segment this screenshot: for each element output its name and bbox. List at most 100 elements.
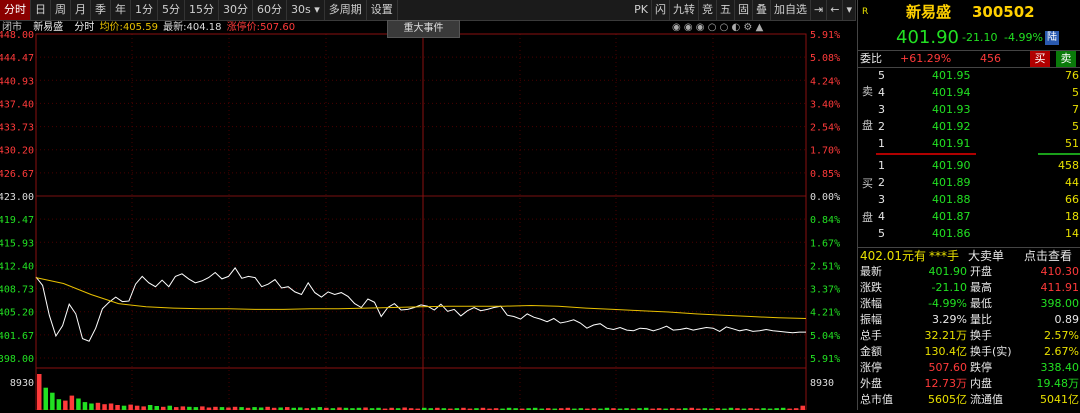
big-order-link[interactable]: 点击查看 [1024, 248, 1072, 264]
toolbar-tool[interactable]: ← [827, 0, 844, 20]
period-tab[interactable]: 分时 [0, 0, 31, 20]
order-price: 401.88 [932, 193, 971, 206]
stat-value: -4.99% [928, 297, 967, 310]
chart-header: 闭市 新易盛 分时 均价:405.59 最新:404.18 涨停价:507.60 [0, 21, 295, 35]
price-line [35, 267, 806, 342]
stat-label: 最低 [970, 297, 992, 310]
limit-up-value: 507.60 [260, 22, 296, 33]
toolbar-tool[interactable]: ▾ [843, 0, 856, 20]
toolbar-tool[interactable]: 九转 [670, 0, 700, 20]
order-level: 4 [878, 86, 885, 99]
order-book-row[interactable]: 5 401.95 76 [858, 68, 1080, 84]
stat-value: 3.29% [932, 313, 967, 326]
price-tick: 408.73 [0, 285, 34, 296]
stat-value: 2.67% [1044, 345, 1079, 358]
sell-button[interactable]: 卖 [1056, 51, 1076, 67]
chart-tool-icons[interactable]: ◉ ◉ ◉ ○ ○ ◐ ⚙ ▲ [672, 20, 763, 36]
stats-row: 金额 130.4亿 换手(实) 2.67% [858, 344, 1080, 360]
pct-tick: 1.70% [810, 146, 840, 157]
volume-bar [43, 387, 48, 410]
order-level: 5 [878, 227, 885, 240]
toolbar-tool[interactable]: 竞 [699, 0, 718, 20]
period-tab[interactable]: 月 [71, 0, 91, 20]
order-level: 3 [878, 103, 885, 116]
order-book-row[interactable]: 5 401.86 14 [858, 226, 1080, 242]
volume-bar [200, 406, 205, 410]
market-tag: R [862, 7, 869, 17]
toolbar-tool[interactable]: 叠 [753, 0, 772, 20]
pct-tick: 5.04% [810, 331, 840, 342]
period-tab[interactable]: 15分 [185, 0, 219, 20]
period-tab[interactable]: 多周期 [325, 0, 367, 20]
period-tab[interactable]: 30s ▾ [287, 0, 325, 20]
volume-bar [115, 405, 120, 410]
toolbar-tool[interactable]: PK [631, 0, 653, 20]
pct-tick: 1.67% [810, 238, 840, 249]
volume-bar [180, 406, 186, 410]
toolbar-tool[interactable]: 五 [717, 0, 736, 20]
order-book-row[interactable]: 3 401.93 7 [858, 102, 1080, 118]
order-price: 401.94 [932, 86, 971, 99]
pct-tick: 2.51% [810, 261, 840, 272]
order-level: 1 [878, 137, 885, 150]
stat-label: 换手(实) [970, 345, 1012, 358]
quote-panel: R 新易盛 300502 401.90 -21.10 -4.99% 陆 委比 +… [857, 0, 1080, 410]
buy-button[interactable]: 买 [1030, 51, 1050, 67]
order-book-row[interactable]: 2 401.89 44 [858, 175, 1080, 191]
price-change-pct: -4.99% [1004, 31, 1043, 44]
major-events-button[interactable]: 重大事件 [387, 20, 460, 38]
stats-row: 总市值 5605亿 流通值 5041亿 [858, 392, 1080, 408]
stats-row: 外盘 12.73万 内盘 19.48万 [858, 376, 1080, 392]
order-volume: 7 [1072, 103, 1079, 116]
price-tick: 444.47 [0, 53, 34, 64]
period-tab[interactable]: 周 [51, 0, 71, 20]
connect-badge: 陆 [1045, 31, 1059, 45]
stat-value: 5605亿 [928, 393, 967, 406]
order-book-row[interactable]: 1 401.91 51 [858, 136, 1080, 152]
order-volume: 5 [1072, 120, 1079, 133]
period-tab[interactable]: 季 [91, 0, 111, 20]
weibi-value: +61.29% [900, 52, 952, 65]
stat-value: 0.89 [1054, 313, 1080, 326]
toolbar-tool[interactable]: 加自选 [771, 0, 812, 20]
order-book-row[interactable]: 4 401.94 5 [858, 85, 1080, 101]
order-price: 401.91 [932, 137, 971, 150]
intraday-chart[interactable]: 448.00 5.91% 444.47 5.08% 440.93 4.24% 437.40 3… [0, 20, 856, 411]
quote-title: R 新易盛 300502 [858, 2, 1080, 22]
period-tab[interactable]: 设置 [367, 0, 398, 20]
price-tick: 433.73 [0, 123, 34, 134]
order-book-row[interactable]: 3 401.88 66 [858, 192, 1080, 208]
period-toolbar: 分时日周月季年 1分 5分 15分 30分 60分 30s ▾ 多周期 设置 PK 闪九转竞五固叠… [0, 0, 856, 21]
period-tabs: 分时日周月季年 1分 5分 15分 30分 60分 30s ▾ 多周期 设置 [0, 0, 398, 20]
order-level: 1 [878, 159, 885, 172]
toolbar-tool[interactable]: 闪 [652, 0, 671, 20]
stat-label: 量比 [970, 313, 992, 326]
stat-label: 最高 [970, 281, 992, 294]
order-book-row[interactable]: 4 401.87 18 [858, 209, 1080, 225]
period-tab[interactable]: 30分 [219, 0, 253, 20]
toolbar-tool[interactable]: ⇥ [811, 0, 828, 20]
volume-bar [50, 392, 55, 410]
stat-value: 32.21万 [924, 329, 968, 342]
volume-bar [76, 398, 81, 410]
period-tab[interactable]: 日 [31, 0, 51, 20]
order-price: 401.86 [932, 227, 971, 240]
period-tab[interactable]: 1分 [131, 0, 158, 20]
volume-bar [141, 406, 146, 410]
ask-side-label-2: 盘 [862, 119, 873, 132]
period-tab[interactable]: 年 [111, 0, 131, 20]
stat-label: 振幅 [860, 313, 882, 326]
order-book-row[interactable]: 2 401.92 5 [858, 119, 1080, 135]
ask-pressure-bar [876, 153, 976, 155]
price-tick: 430.20 [0, 146, 34, 157]
order-level: 5 [878, 69, 885, 82]
period-tab[interactable]: 5分 [158, 0, 185, 20]
toolbar-tool[interactable]: 固 [735, 0, 754, 20]
order-book-row[interactable]: 1 401.90 458 [858, 158, 1080, 174]
stat-value: 411.91 [1040, 281, 1080, 294]
price-tick: 426.67 [0, 169, 34, 180]
order-price: 401.95 [932, 69, 971, 82]
period-tab[interactable]: 60分 [253, 0, 287, 20]
big-order-price: 402.01元有 [860, 249, 926, 263]
